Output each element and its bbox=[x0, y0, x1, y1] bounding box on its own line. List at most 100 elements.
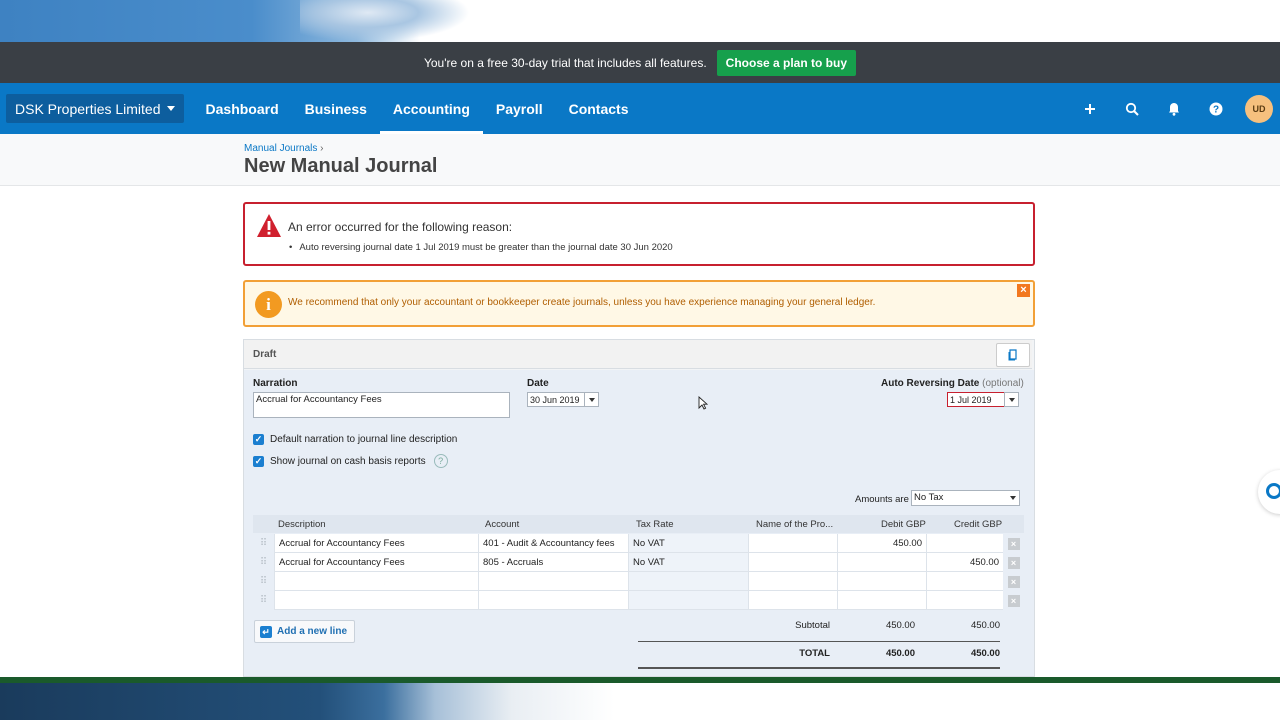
delete-line-button[interactable]: × bbox=[1003, 534, 1024, 553]
narration-input[interactable]: Accrual for Accountancy Fees bbox=[253, 392, 510, 418]
search-icon[interactable] bbox=[1111, 83, 1153, 134]
drag-handle-icon[interactable]: ⠿ bbox=[253, 591, 274, 610]
line-credit[interactable] bbox=[927, 534, 1004, 553]
status-label: Draft bbox=[253, 349, 277, 360]
line-description[interactable] bbox=[274, 572, 479, 591]
error-item: Auto reversing journal date 1 Jul 2019 m… bbox=[289, 242, 672, 253]
help-icon[interactable]: ? bbox=[1195, 83, 1237, 134]
subtotal-credit: 450.00 bbox=[970, 620, 1000, 631]
amounts-are-label: Amounts are bbox=[855, 494, 909, 505]
delete-line-button[interactable]: × bbox=[1003, 553, 1024, 572]
add-new-line-label: Add a new line bbox=[277, 626, 348, 637]
nav-dashboard[interactable]: Dashboard bbox=[193, 83, 292, 134]
line-tax-rate[interactable]: No VAT bbox=[629, 553, 749, 572]
amounts-are-select[interactable]: No Tax bbox=[911, 490, 1020, 506]
line-credit[interactable]: 450.00 bbox=[927, 553, 1004, 572]
line-tracking[interactable] bbox=[749, 572, 838, 591]
organisation-name: DSK Properties Limited bbox=[15, 100, 161, 117]
delete-line-button[interactable]: × bbox=[1003, 572, 1024, 591]
drag-handle-icon[interactable]: ⠿ bbox=[253, 572, 274, 591]
line-credit[interactable] bbox=[927, 572, 1004, 591]
nav-contacts[interactable]: Contacts bbox=[556, 83, 642, 134]
line-tracking[interactable] bbox=[749, 591, 838, 610]
help-icon[interactable]: ? bbox=[433, 454, 448, 468]
auto-reversing-date-input[interactable]: 1 Jul 2019 bbox=[947, 392, 1005, 407]
copy-icon bbox=[1008, 349, 1017, 361]
line-tracking[interactable] bbox=[749, 534, 838, 553]
total-debit: 450.00 bbox=[885, 648, 915, 659]
page-title: New Manual Journal bbox=[244, 155, 438, 177]
chevron-down-icon bbox=[588, 397, 595, 402]
main-menu: Dashboard Business Accounting Payroll Co… bbox=[193, 83, 642, 134]
copy-button[interactable] bbox=[996, 343, 1030, 367]
journal-line: ⠿ Accrual for Accountancy Fees 805 - Acc… bbox=[253, 553, 1024, 572]
line-description[interactable] bbox=[274, 591, 479, 610]
column-tax-rate: Tax Rate bbox=[636, 519, 674, 530]
mouse-cursor-icon bbox=[698, 396, 708, 410]
auto-reversing-date-picker-button[interactable] bbox=[1004, 392, 1019, 407]
chevron-down-icon bbox=[1010, 496, 1016, 500]
drag-handle-icon[interactable]: ⠿ bbox=[253, 553, 274, 572]
recommendation-notice: i We recommend that only your accountant… bbox=[243, 280, 1035, 327]
user-avatar[interactable]: UD bbox=[1245, 94, 1273, 123]
default-narration-option[interactable]: ✓ Default narration to journal line desc… bbox=[253, 434, 457, 445]
journal-panel: Draft Narration Accrual for Accountancy … bbox=[243, 339, 1035, 677]
plus-icon[interactable] bbox=[1069, 83, 1111, 134]
chat-widget-button[interactable] bbox=[1258, 470, 1280, 514]
total-credit: 450.00 bbox=[970, 648, 1000, 659]
date-picker-button[interactable] bbox=[584, 392, 599, 407]
line-tax-rate[interactable]: No VAT bbox=[629, 534, 749, 553]
breadcrumb: Manual Journals › bbox=[244, 143, 324, 154]
line-description[interactable]: Accrual for Accountancy Fees bbox=[274, 534, 479, 553]
close-icon: × bbox=[1007, 575, 1020, 588]
breadcrumb-manual-journals[interactable]: Manual Journals bbox=[244, 143, 317, 154]
add-line-icon: ↵ bbox=[260, 625, 272, 638]
close-icon[interactable]: × bbox=[1017, 284, 1030, 297]
auto-reversing-label: Auto Reversing Date (optional) bbox=[881, 378, 1024, 389]
nav-accounting[interactable]: Accounting bbox=[379, 83, 483, 134]
line-debit[interactable]: 450.00 bbox=[838, 534, 927, 553]
total-divider bbox=[638, 667, 1000, 669]
nav-payroll[interactable]: Payroll bbox=[483, 83, 556, 134]
cash-basis-option[interactable]: ✓ Show journal on cash basis reports ? bbox=[253, 454, 448, 468]
trial-message: You're on a free 30-day trial that inclu… bbox=[423, 55, 707, 70]
column-debit: Debit GBP bbox=[881, 519, 926, 530]
svg-text:?: ? bbox=[1213, 104, 1219, 115]
line-debit[interactable] bbox=[838, 591, 927, 610]
line-items-header: Description Account Tax Rate Name of the… bbox=[253, 515, 1024, 533]
line-debit[interactable] bbox=[838, 572, 927, 591]
line-account[interactable]: 401 - Audit & Accountancy fees bbox=[479, 534, 629, 553]
choose-plan-button[interactable]: Choose a plan to buy bbox=[716, 49, 857, 76]
drag-handle-icon[interactable]: ⠿ bbox=[253, 534, 274, 553]
line-account[interactable] bbox=[479, 591, 629, 610]
cash-basis-checkbox[interactable]: ✓ bbox=[253, 455, 264, 467]
default-narration-label: Default narration to journal line descri… bbox=[270, 434, 458, 445]
warning-triangle-icon bbox=[257, 214, 281, 237]
line-account[interactable] bbox=[479, 572, 629, 591]
error-message-box: An error occurred for the following reas… bbox=[243, 202, 1035, 266]
nav-business[interactable]: Business bbox=[292, 83, 380, 134]
delete-line-button[interactable]: × bbox=[1003, 591, 1024, 610]
line-account[interactable]: 805 - Accruals bbox=[479, 553, 629, 572]
line-tax-rate[interactable] bbox=[629, 572, 749, 591]
error-heading: An error occurred for the following reas… bbox=[288, 220, 513, 234]
organisation-switcher[interactable]: DSK Properties Limited bbox=[6, 94, 184, 123]
default-narration-checkbox[interactable]: ✓ bbox=[253, 434, 264, 445]
date-input[interactable]: 30 Jun 2019 bbox=[527, 392, 585, 407]
line-credit[interactable] bbox=[927, 591, 1004, 610]
close-icon: × bbox=[1007, 556, 1020, 569]
cash-basis-label: Show journal on cash basis reports bbox=[270, 455, 426, 467]
top-background-decoration bbox=[0, 0, 1280, 42]
line-description[interactable]: Accrual for Accountancy Fees bbox=[274, 553, 479, 572]
add-new-line-button[interactable]: ↵ Add a new line bbox=[254, 620, 356, 643]
line-debit[interactable] bbox=[838, 553, 927, 572]
draft-bar: Draft bbox=[244, 340, 1032, 369]
bell-icon[interactable] bbox=[1153, 83, 1195, 134]
close-icon: × bbox=[1007, 537, 1020, 550]
top-navigation: DSK Properties Limited Dashboard Busines… bbox=[0, 83, 1280, 134]
line-tracking[interactable] bbox=[749, 553, 838, 572]
chevron-down-icon bbox=[166, 106, 175, 111]
info-icon: i bbox=[255, 291, 282, 318]
column-tracking-name: Name of the Pro... bbox=[756, 519, 834, 530]
line-tax-rate[interactable] bbox=[629, 591, 749, 610]
